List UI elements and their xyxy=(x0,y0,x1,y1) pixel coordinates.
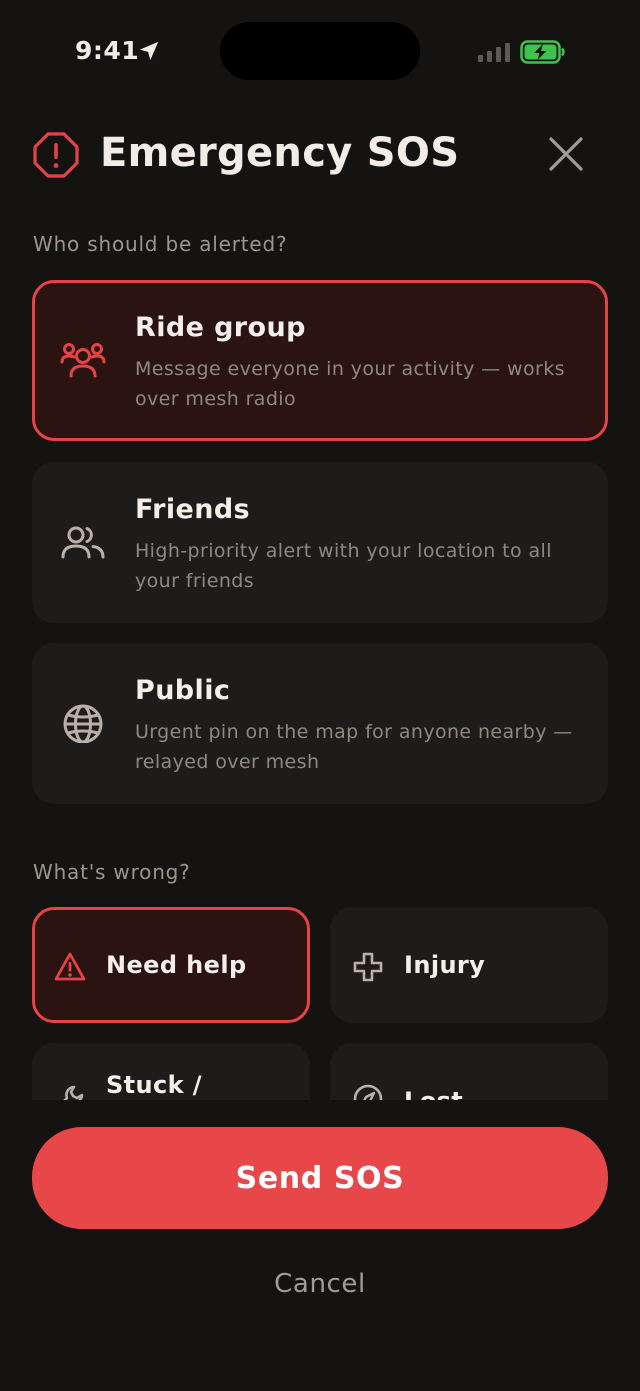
option-description: Urgent pin on the map for anyone nearby … xyxy=(135,721,573,773)
option-description: High-priority alert with your location t… xyxy=(135,540,552,592)
group-icon xyxy=(60,343,106,378)
globe-icon xyxy=(63,704,103,743)
chip-label: Need help xyxy=(106,951,247,979)
option-ride-group[interactable]: Ride group Message everyone in your acti… xyxy=(32,280,608,441)
warning-triangle-icon xyxy=(54,952,86,981)
wrench-icon xyxy=(63,1085,84,1100)
chip-stuck[interactable]: Stuck / xyxy=(32,1043,310,1100)
close-icon[interactable] xyxy=(546,134,586,174)
recipients-section-label: Who should be alerted? xyxy=(33,232,288,256)
medical-cross-icon xyxy=(353,952,383,982)
option-public[interactable]: Public Urgent pin on the map for anyone … xyxy=(32,643,608,804)
battery-charging-icon xyxy=(520,40,565,64)
option-friends[interactable]: Friends High-priority alert with your lo… xyxy=(32,462,608,623)
cancel-button[interactable]: Cancel xyxy=(220,1262,420,1306)
problem-options-grid: Need help Injury Stuck / Lost xyxy=(0,900,640,1100)
option-title: Public xyxy=(135,675,231,706)
header: Emergency SOS xyxy=(32,128,608,184)
option-description: Message everyone in your activity — work… xyxy=(135,358,565,410)
status-bar: 9:41 xyxy=(0,0,640,100)
chip-injury[interactable]: Injury xyxy=(330,907,608,1023)
friends-icon xyxy=(61,526,105,559)
chip-label: Stuck / xyxy=(106,1071,202,1099)
alert-octagon-icon xyxy=(33,132,79,178)
status-time: 9:41 xyxy=(75,36,140,65)
send-sos-button[interactable]: Send SOS xyxy=(32,1127,608,1229)
chip-lost[interactable]: Lost xyxy=(330,1043,608,1100)
location-arrow-icon xyxy=(139,41,159,61)
problem-section-label: What's wrong? xyxy=(33,860,191,884)
chip-need-help[interactable]: Need help xyxy=(32,907,310,1023)
dynamic-island xyxy=(220,22,420,80)
compass-icon xyxy=(353,1084,383,1100)
cellular-signal-icon xyxy=(478,43,510,62)
option-title: Ride group xyxy=(135,312,306,343)
page-title: Emergency SOS xyxy=(100,130,460,176)
option-title: Friends xyxy=(135,494,251,525)
chip-label: Injury xyxy=(404,951,486,979)
chip-label: Lost xyxy=(404,1087,463,1100)
